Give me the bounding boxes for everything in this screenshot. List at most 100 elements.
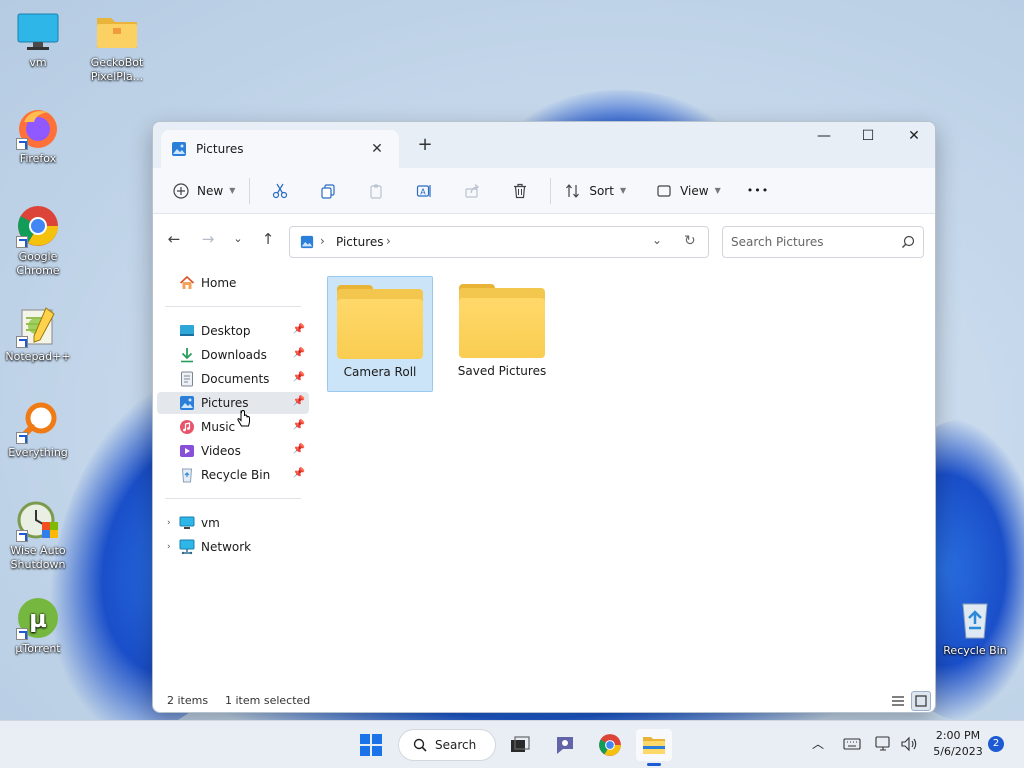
clock-time: 2:00 PM <box>935 729 981 742</box>
utorrent-icon: µ <box>16 596 60 640</box>
document-icon <box>179 371 195 387</box>
title-bar: Pictures ✕ + — ☐ ✕ <box>153 122 935 168</box>
pin-icon[interactable]: 📌 <box>293 468 305 479</box>
nav-item-pictures[interactable]: Pictures 📌 <box>157 392 309 414</box>
shortcut-arrow-icon <box>16 530 28 542</box>
pin-icon[interactable]: 📌 <box>293 396 305 407</box>
shortcut-arrow-icon <box>16 628 28 640</box>
delete-button[interactable] <box>504 175 536 207</box>
keyboard-icon[interactable] <box>843 737 861 751</box>
desktop-icon-vm[interactable]: vm <box>0 10 76 70</box>
start-button[interactable] <box>355 729 387 761</box>
desktop-icon-utorrent[interactable]: µ µTorrent <box>0 596 76 656</box>
task-view-icon <box>509 736 531 754</box>
task-view-button[interactable] <box>504 729 536 761</box>
minimize-button[interactable]: — <box>801 122 847 152</box>
monitor-icon <box>179 515 195 531</box>
teams-chat-button[interactable] <box>549 729 581 761</box>
nav-item-vm[interactable]: › vm <box>157 512 309 534</box>
new-button[interactable]: New ▼ <box>173 175 235 207</box>
arrow-right-icon: → <box>201 230 215 248</box>
close-window-button[interactable]: ✕ <box>891 122 935 152</box>
more-options-button[interactable]: ••• <box>747 175 769 207</box>
pin-icon[interactable]: 📌 <box>293 420 305 431</box>
nav-label: Recycle Bin <box>201 468 271 482</box>
up-button[interactable]: ↑ <box>255 226 281 252</box>
forward-button[interactable]: → <box>195 226 221 252</box>
new-tab-button[interactable]: + <box>413 134 437 158</box>
chevron-down-icon: ▼ <box>714 186 721 195</box>
desktop-icon-recycle-bin[interactable]: Recycle Bin <box>937 598 1013 658</box>
rename-button[interactable]: A <box>408 175 440 207</box>
file-explorer-taskbar-button[interactable] <box>636 729 672 766</box>
desktop-icon-firefox[interactable]: Firefox <box>0 106 76 166</box>
nav-label: Documents <box>201 372 270 386</box>
maximize-button[interactable]: ☐ <box>845 122 891 152</box>
desktop-icon-notepadpp[interactable]: Notepad++ <box>0 304 76 364</box>
nav-item-documents[interactable]: Documents 📌 <box>157 368 309 390</box>
sort-button[interactable]: Sort ▼ <box>565 175 626 207</box>
recent-locations-button[interactable]: ⌄ <box>225 226 251 252</box>
network-status-icon[interactable] <box>874 735 892 753</box>
nav-item-home[interactable]: Home <box>157 272 309 294</box>
nav-label: Downloads <box>201 348 267 362</box>
svg-text:A: A <box>421 187 427 196</box>
refresh-icon[interactable]: ↻ <box>684 233 696 249</box>
folder-saved-pictures[interactable]: Saved Pictures <box>449 276 555 392</box>
paste-button[interactable] <box>360 175 392 207</box>
address-history-dropdown[interactable]: ⌄ <box>652 233 662 247</box>
pin-icon[interactable]: 📌 <box>293 348 305 359</box>
system-clock[interactable]: 2:00 PM 5/6/2023 <box>926 728 990 760</box>
desktop-icon-label: Notepad++ <box>5 350 71 363</box>
nav-item-desktop[interactable]: Desktop 📌 <box>157 320 309 342</box>
chrome-taskbar-button[interactable] <box>594 729 626 761</box>
desktop-icon-chrome[interactable]: Google Chrome <box>0 204 76 278</box>
address-bar[interactable]: › Pictures › ⌄ ↻ <box>289 226 709 258</box>
desktop-icon-wise-auto-shutdown[interactable]: Wise Auto Shutdown <box>0 498 76 572</box>
trash-icon <box>512 183 528 199</box>
chevron-down-icon: ▼ <box>229 186 236 195</box>
share-button[interactable] <box>456 175 488 207</box>
pin-icon[interactable]: 📌 <box>293 444 305 455</box>
taskbar-search-label: Search <box>435 738 477 752</box>
tab-pictures[interactable]: Pictures ✕ <box>161 130 399 168</box>
shortcut-arrow-icon <box>16 432 28 444</box>
search-box[interactable]: Search Pictures <box>722 226 924 258</box>
file-name: Saved Pictures <box>457 364 547 378</box>
desktop-icon-geckobot[interactable]: GeckoBot PixelPla... <box>79 10 155 84</box>
volume-icon[interactable] <box>900 735 918 753</box>
show-hidden-icons-button[interactable]: ︿ <box>812 735 824 752</box>
file-explorer-window: Pictures ✕ + — ☐ ✕ New ▼ A Sort ▼ View ▼… <box>152 121 936 713</box>
pin-icon[interactable]: 📌 <box>293 372 305 383</box>
copy-button[interactable] <box>312 175 344 207</box>
nav-item-videos[interactable]: Videos 📌 <box>157 440 309 462</box>
sort-icon <box>565 183 581 199</box>
taskbar-search-button[interactable]: Search <box>398 729 496 761</box>
details-view-button[interactable] <box>889 692 907 710</box>
breadcrumb-separator: › <box>320 234 325 248</box>
nav-item-downloads[interactable]: Downloads 📌 <box>157 344 309 366</box>
selection-count: 1 item selected <box>225 694 311 707</box>
chevron-right-icon[interactable]: › <box>167 518 171 528</box>
nav-item-music[interactable]: Music 📌 <box>157 416 309 438</box>
breadcrumb-pictures[interactable]: Pictures <box>336 235 384 249</box>
view-button[interactable]: View ▼ <box>656 175 721 207</box>
pin-icon[interactable]: 📌 <box>293 324 305 335</box>
nav-label: Music <box>201 420 236 434</box>
nav-item-network[interactable]: › Network <box>157 536 309 558</box>
cut-button[interactable] <box>264 175 296 207</box>
large-icons-view-button[interactable] <box>911 691 931 711</box>
item-count: 2 items <box>167 694 209 707</box>
chevron-right-icon[interactable]: › <box>167 542 171 552</box>
breadcrumb-separator: › <box>386 234 391 248</box>
nav-label: vm <box>201 516 220 530</box>
nav-item-recycle-bin[interactable]: Recycle Bin 📌 <box>157 464 309 486</box>
notification-badge[interactable]: 2 <box>988 736 1004 752</box>
copy-icon <box>320 183 336 199</box>
close-tab-button[interactable]: ✕ <box>367 139 387 159</box>
desktop-icon-everything[interactable]: Everything <box>0 400 76 460</box>
monitor-icon <box>16 10 60 54</box>
back-button[interactable]: ← <box>161 226 187 252</box>
folder-camera-roll[interactable]: Camera Roll <box>327 276 433 392</box>
clock-date: 5/6/2023 <box>933 745 983 758</box>
